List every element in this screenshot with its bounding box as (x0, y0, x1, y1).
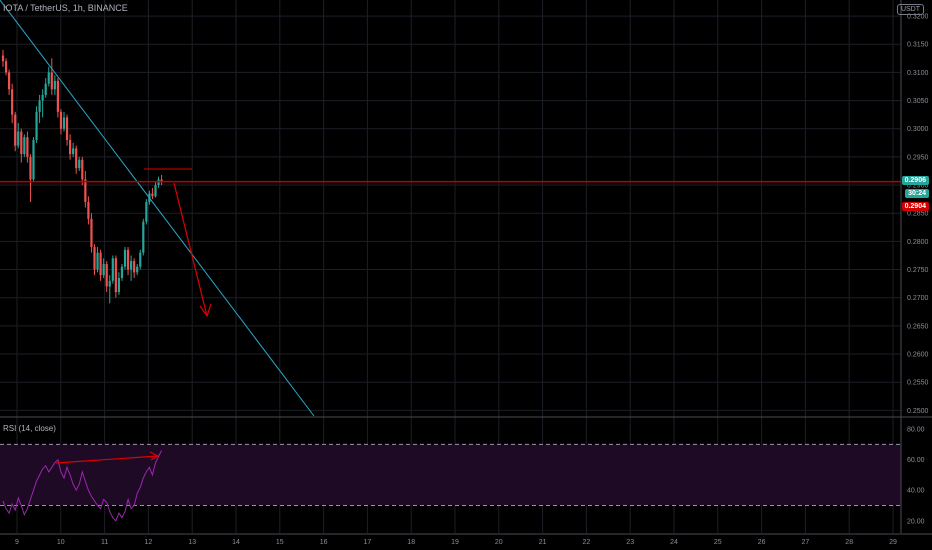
candle-body (35, 111, 38, 140)
date-tick-label: 22 (583, 539, 591, 546)
date-tick-label: 24 (670, 539, 678, 546)
candle-body (17, 131, 20, 146)
date-tick-label: 28 (845, 539, 853, 546)
date-tick-label: 17 (364, 539, 372, 546)
price-tick-label: 0.2950 (907, 154, 929, 161)
candle-body (145, 201, 148, 222)
date-tick-label: 13 (188, 539, 196, 546)
price-tick-label: 0.2500 (907, 408, 929, 415)
candle-body (26, 137, 29, 157)
candle-body (11, 89, 14, 115)
candle-body (105, 263, 108, 287)
candle-body (130, 261, 133, 270)
candle-body (44, 83, 47, 95)
date-tick-label: 23 (626, 539, 634, 546)
candle-body (14, 114, 17, 146)
candle-body (4, 61, 8, 73)
candle-body (69, 140, 72, 155)
candles (1, 49, 163, 304)
candle-body (78, 159, 81, 169)
candle-body (41, 94, 44, 101)
price-tick-label: 0.2800 (907, 239, 929, 246)
candle-body (123, 249, 127, 267)
candle-body (75, 148, 78, 169)
bid-price-tag: 0.2904 (901, 201, 929, 211)
symbol-title[interactable]: IOTA / TetherUS, 1h, BINANCE (3, 3, 128, 13)
candle-body (8, 72, 11, 90)
candle-body (29, 156, 32, 180)
price-tick-label: 0.2750 (907, 267, 929, 274)
date-tick-label: 10 (57, 539, 65, 546)
rsi-tick-label: 60.00 (907, 457, 925, 464)
chart-canvas[interactable]: 0.32000.31500.31000.30500.30000.29500.29… (0, 0, 932, 550)
date-tick-label: 12 (145, 539, 153, 546)
date-tick-label: 11 (101, 539, 108, 546)
candle-body (56, 80, 59, 112)
rsi-tick-label: 20.00 (907, 518, 925, 525)
candle-body (62, 117, 66, 129)
candle-body (47, 72, 50, 84)
rsi-indicator-title[interactable]: RSI (14, close) (3, 424, 56, 433)
candle-body (96, 252, 99, 270)
date-tick-label: 9 (15, 539, 19, 546)
price-tick-label: 0.2850 (907, 211, 929, 218)
price-tick-label: 0.2650 (907, 323, 929, 330)
candle-body (32, 140, 35, 180)
candle-body (81, 159, 84, 180)
candle-body (50, 72, 53, 90)
candle-body (151, 193, 154, 197)
date-tick-label: 15 (276, 539, 284, 546)
date-tick-label: 18 (407, 539, 415, 546)
candle-body (84, 179, 87, 202)
date-tick-label: 25 (714, 539, 722, 546)
candle-body (23, 137, 26, 155)
price-tick-label: 0.3000 (907, 126, 929, 133)
countdown-tag: 30:24 (905, 188, 929, 198)
rsi-tick-label: 40.00 (907, 488, 925, 495)
date-tick-label: 26 (758, 539, 766, 546)
candle-body (117, 278, 120, 293)
candle-body (142, 221, 145, 253)
candle-body (53, 80, 56, 90)
date-tick-label: 16 (320, 539, 328, 546)
candle-body (102, 263, 105, 276)
down-arrow-shaft (173, 182, 208, 317)
price-tick-label: 0.2700 (907, 295, 929, 302)
candle-body (114, 258, 117, 293)
candle-body (59, 111, 63, 129)
candle-body (72, 148, 75, 155)
candle-body (111, 258, 114, 281)
last-price-tag: 0.2906 (901, 175, 929, 185)
currency-unit-badge[interactable]: USDT (896, 4, 924, 15)
candle-body (90, 218, 93, 248)
candle-body (136, 266, 139, 273)
price-tick-label: 0.3150 (907, 42, 929, 49)
rsi-tick-label: 80.00 (907, 427, 925, 434)
date-tick-label: 19 (451, 539, 459, 546)
price-tick-label: 0.3050 (907, 98, 929, 105)
date-tick-label: 14 (232, 539, 240, 546)
candle-body (120, 266, 124, 278)
candle-body (126, 249, 130, 270)
candle-body (20, 131, 23, 155)
date-tick-label: 20 (495, 539, 503, 546)
date-tick-label: 21 (539, 539, 547, 546)
date-tick-label: 27 (802, 539, 810, 546)
price-tick-label: 0.3100 (907, 70, 929, 77)
candle-body (38, 100, 41, 112)
candle-body (1, 55, 5, 62)
candle-body (93, 247, 96, 270)
candle-body (133, 261, 136, 273)
candle-body (154, 185, 157, 197)
price-tick-label: 0.2600 (907, 352, 929, 359)
rsi-overbought-oversold-band (0, 444, 901, 506)
candle-body (108, 280, 111, 287)
rsi-band (0, 443, 901, 507)
candle-body (87, 201, 90, 219)
candle-body (99, 252, 102, 276)
candle-body (139, 252, 142, 267)
price-tick-label: 0.2550 (907, 380, 929, 387)
candle-body (65, 117, 69, 140)
date-tick-label: 29 (889, 539, 897, 546)
